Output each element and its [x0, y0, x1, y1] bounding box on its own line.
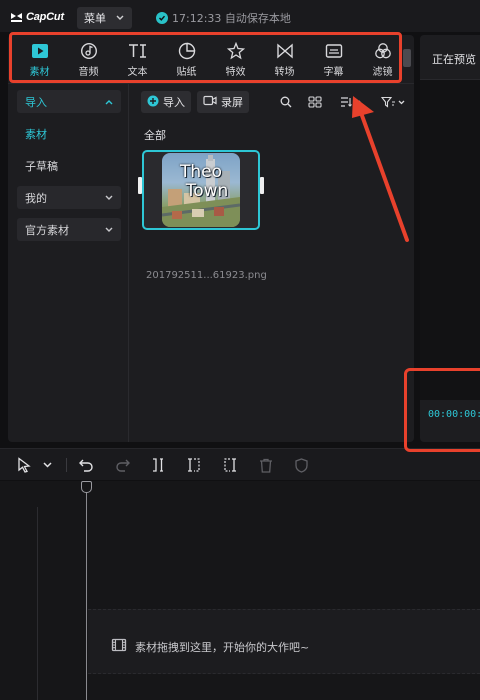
- capcut-logo-icon: [11, 13, 22, 22]
- menu-button[interactable]: 菜单: [77, 7, 132, 29]
- annotation-highlight-tabs: [9, 32, 402, 83]
- drop-hint: 素材拖拽到这里，开始你的大作吧~: [111, 638, 309, 655]
- sidebar-item-label: 官方素材: [25, 223, 69, 237]
- trim-left-icon[interactable]: [187, 457, 201, 473]
- annotation-arrow: [352, 96, 409, 242]
- preview-title: 正在预览: [432, 53, 476, 66]
- thumbnail-title: Theo Town: [162, 163, 240, 201]
- trim-handle-left[interactable]: [138, 177, 142, 194]
- toolbar-divider: [66, 458, 67, 472]
- split-icon[interactable]: [151, 457, 165, 473]
- sidebar-item-subdraft[interactable]: 子草稿: [17, 154, 121, 177]
- autosave-text: 17:12:33 自动保存本地: [172, 12, 291, 25]
- sidebar-item-official[interactable]: 官方素材: [17, 218, 121, 241]
- drop-hint-text: 素材拖拽到这里，开始你的大作吧~: [135, 640, 310, 654]
- menu-label: 菜单: [84, 12, 106, 25]
- title-bar: CapCut 菜单 17:12:33 自动保存本地: [0, 0, 480, 32]
- capcut-logo: CapCut: [10, 9, 64, 25]
- theotown-image: Theo Town: [162, 153, 240, 227]
- track-header-divider: [37, 507, 38, 700]
- autosave-status: 17:12:33 自动保存本地: [156, 10, 291, 26]
- timeline-toolbar: [0, 448, 480, 480]
- delete-icon[interactable]: [259, 457, 273, 473]
- sidebar-item-import[interactable]: 导入: [17, 90, 121, 113]
- media-item-thumbnail[interactable]: Theo Town: [138, 150, 264, 230]
- media-file-name: 201792511...61923.png: [146, 270, 267, 281]
- thumbnail-title-line2: Town: [185, 181, 229, 201]
- record-screen-button[interactable]: 录屏: [197, 91, 249, 113]
- chevron-down-icon: [105, 227, 113, 232]
- trim-right-icon[interactable]: [223, 457, 237, 473]
- sidebar-item-media[interactable]: 素材: [17, 122, 121, 145]
- grid-view-icon[interactable]: [308, 94, 322, 110]
- logo-text: CapCut: [26, 11, 64, 23]
- chevron-down-icon: [105, 195, 113, 200]
- import-label: 导入: [163, 96, 185, 109]
- chevron-up-icon: [105, 99, 113, 104]
- sidebar-item-label: 我的: [25, 191, 47, 205]
- sidebar-item-label: 导入: [25, 95, 47, 109]
- media-sidebar: 导入 素材 子草稿 我的 官方素材: [8, 84, 129, 442]
- section-title-all: 全部: [144, 129, 166, 142]
- preview-canvas: [420, 80, 480, 400]
- sidebar-item-label: 素材: [25, 127, 47, 141]
- film-icon: [111, 638, 127, 655]
- shield-icon[interactable]: [295, 457, 308, 473]
- playhead-line[interactable]: [86, 481, 87, 700]
- plus-circle-icon: [147, 95, 159, 110]
- thumbnail-title-line1: Theo: [179, 162, 223, 182]
- sidebar-item-mine[interactable]: 我的: [17, 186, 121, 209]
- undo-icon[interactable]: [78, 457, 94, 473]
- trim-handle-right[interactable]: [260, 177, 264, 194]
- search-icon[interactable]: [280, 94, 292, 110]
- record-label: 录屏: [221, 96, 243, 109]
- tabs-scroll-handle[interactable]: [403, 49, 411, 67]
- playhead-handle[interactable]: [81, 481, 92, 493]
- chevron-down-icon: [116, 15, 124, 20]
- timeline-area[interactable]: 素材拖拽到这里，开始你的大作吧~: [0, 481, 480, 700]
- chevron-down-icon[interactable]: [43, 457, 52, 473]
- import-button[interactable]: 导入: [141, 91, 191, 113]
- redo-icon[interactable]: [115, 457, 131, 473]
- sidebar-item-label: 子草稿: [25, 159, 58, 173]
- camera-icon: [203, 95, 217, 109]
- check-circle-icon: [156, 12, 168, 24]
- select-cursor-icon[interactable]: [17, 457, 31, 473]
- annotation-highlight-timecode: [404, 368, 480, 452]
